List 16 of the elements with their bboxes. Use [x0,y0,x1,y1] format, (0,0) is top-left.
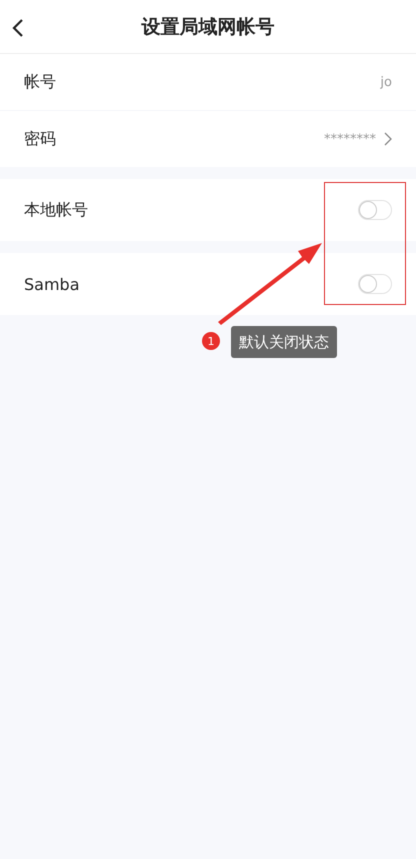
row-label: 本地帐号 [24,200,88,220]
tooltip: 默认关闭状态 [231,326,337,358]
toggle-switch[interactable] [358,274,392,294]
row-label: 密码 [24,128,56,150]
settings-row[interactable]: Samba [0,253,416,315]
settings-row[interactable]: 本地帐号 [0,179,416,241]
settings-row[interactable]: 密码 ******** [0,110,416,167]
toggle-switch[interactable] [358,200,392,220]
page-title: 设置局域网帐号 [142,14,274,40]
row-label: Samba [24,274,80,294]
row-label: 帐号 [24,72,56,92]
row-value: jo [380,74,392,90]
number-badge: 1 [202,332,220,350]
back-button[interactable] [12,17,26,39]
row-value: ******** [324,132,376,146]
settings-row[interactable]: 帐号 jo [0,54,416,110]
